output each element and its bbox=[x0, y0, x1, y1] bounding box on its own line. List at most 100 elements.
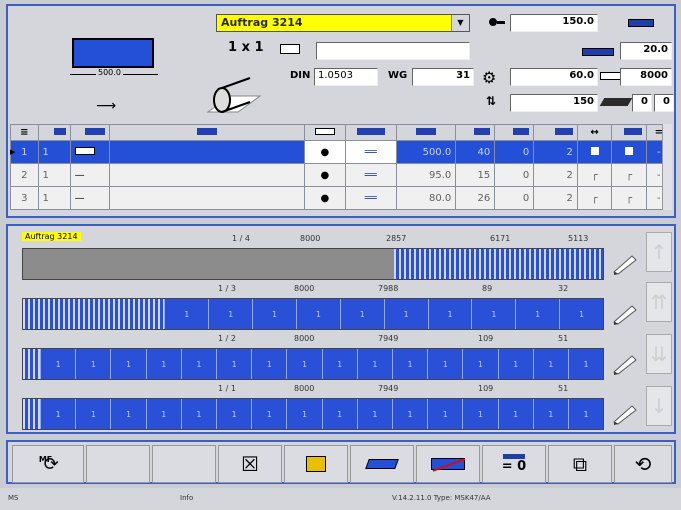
strip-current[interactable] bbox=[22, 248, 604, 280]
row-length: 500.0 bbox=[395, 140, 457, 164]
strip-cell: 1 bbox=[145, 349, 181, 379]
col-icon-d bbox=[623, 128, 642, 135]
row-value-4: 2 bbox=[533, 163, 578, 187]
edit-pen-icon[interactable] bbox=[612, 252, 638, 276]
header-value-2857: 2857 bbox=[386, 234, 407, 243]
multiplier-label: 1 x 1 bbox=[228, 40, 264, 55]
tool-col-icon bbox=[356, 128, 385, 135]
gear-icon: ⚙ bbox=[482, 68, 497, 87]
row-qty: 1 bbox=[37, 140, 71, 164]
small-field-2[interactable]: 0 bbox=[654, 94, 674, 112]
strip-cell: 1 bbox=[497, 399, 533, 429]
delete-material-button[interactable] bbox=[416, 445, 480, 483]
checkbox[interactable]: ┌ bbox=[611, 186, 647, 210]
strip-4[interactable]: 1111111111111111 bbox=[22, 398, 604, 430]
setting-icon-1[interactable] bbox=[628, 19, 654, 27]
empty-button-1[interactable] bbox=[86, 445, 150, 483]
status-left-2: Info bbox=[180, 494, 194, 502]
edit-pen-icon[interactable] bbox=[612, 352, 638, 376]
field-150[interactable]: 150 bbox=[510, 94, 598, 112]
strip-cell: 1 bbox=[391, 349, 427, 379]
sheet-preview bbox=[72, 38, 154, 68]
description-col-icon bbox=[196, 128, 217, 135]
table-scrollbar[interactable] bbox=[662, 124, 672, 210]
profile-dash-icon: — bbox=[69, 186, 110, 210]
row-number: 2 bbox=[10, 163, 39, 187]
move-top-icon[interactable]: ⇈ bbox=[646, 282, 672, 322]
material-button[interactable] bbox=[350, 445, 414, 483]
mf-rotate-button[interactable]: ⟳ MF bbox=[12, 445, 84, 483]
header-value-count: 1 / 4 bbox=[232, 234, 250, 243]
strip-cell: 1 bbox=[216, 349, 251, 379]
strip-cell: 1 bbox=[75, 399, 110, 429]
wg-field[interactable]: 31 bbox=[412, 68, 474, 86]
coil-icon bbox=[206, 77, 262, 113]
refresh-button[interactable]: ⟲ bbox=[614, 445, 672, 483]
strip-cell: 1 bbox=[145, 399, 181, 429]
row-value-2: 40 bbox=[455, 140, 496, 164]
menu-icon[interactable]: ≡ bbox=[10, 124, 39, 141]
right-field-2[interactable]: 8000 bbox=[620, 68, 672, 86]
punch-col-icon bbox=[314, 128, 335, 135]
move-up-icon[interactable]: ↑ bbox=[646, 232, 672, 272]
strip-value-c: 7949 bbox=[378, 384, 399, 393]
order-select[interactable]: Auftrag 3214 ▼ bbox=[216, 14, 470, 32]
field-60[interactable]: 60.0 bbox=[510, 68, 598, 86]
table-row[interactable]: 1 1 ● ══ 500.0 40 0 2 - bbox=[10, 140, 673, 164]
strip-3[interactable]: 1111111111111111 bbox=[22, 348, 604, 380]
strip-cell: 1 bbox=[251, 349, 286, 379]
strip-value-d: 89 bbox=[482, 284, 493, 293]
strip-cell: 1 bbox=[427, 349, 462, 379]
strip-cell: 1 bbox=[208, 299, 252, 329]
row-value-4: 2 bbox=[533, 140, 578, 164]
strip-cell: 1 bbox=[216, 399, 251, 429]
header-value-5113: 5113 bbox=[568, 234, 589, 243]
status-bar: MS Info V.14.2.11.0 Type: MSK47/AA bbox=[0, 488, 681, 510]
description-field[interactable] bbox=[316, 42, 470, 60]
move-down-icon[interactable]: ↓ bbox=[646, 386, 672, 426]
checkbox[interactable]: ┌ bbox=[576, 163, 613, 187]
chevron-down-icon[interactable]: ▼ bbox=[451, 15, 469, 31]
counter-button[interactable]: = 0 bbox=[482, 445, 546, 483]
checkbox[interactable] bbox=[576, 140, 613, 164]
edit-pen-icon[interactable] bbox=[612, 402, 638, 426]
checkbox[interactable]: ┌ bbox=[576, 186, 613, 210]
copy-icon: ⧉ bbox=[572, 452, 588, 476]
strip-cell: 1 bbox=[567, 399, 603, 429]
header-value-6171: 6171 bbox=[490, 234, 511, 243]
width-field[interactable]: 150.0 bbox=[510, 14, 598, 32]
strip-value-e: 32 bbox=[558, 284, 569, 293]
strip-2[interactable]: 1111111111 bbox=[22, 298, 604, 330]
stack-icon: ⇅ bbox=[486, 94, 497, 108]
strip-value-d: 109 bbox=[478, 334, 494, 343]
edit-pen-icon[interactable] bbox=[612, 302, 638, 326]
delete-material-icon bbox=[431, 458, 466, 472]
checkbox[interactable]: ┌ bbox=[611, 163, 647, 187]
empty-button-2[interactable] bbox=[152, 445, 216, 483]
table-row[interactable]: 3 1 — ● ══ 80.0 26 0 2 ┌ ┌ - bbox=[10, 186, 673, 210]
strip-cell: 1 bbox=[296, 299, 340, 329]
load-button[interactable] bbox=[284, 445, 348, 483]
strip-cell: 1 bbox=[532, 399, 568, 429]
table-header: ≡ ↔ = bbox=[10, 124, 673, 141]
strip-cell: 1 bbox=[383, 299, 428, 329]
checkbox[interactable] bbox=[611, 140, 647, 164]
strip-cell: 1 bbox=[110, 349, 145, 379]
profile-col-icon bbox=[84, 128, 105, 135]
right-field-1[interactable]: 20.0 bbox=[620, 42, 672, 60]
din-field[interactable]: 1.0503 bbox=[314, 68, 378, 86]
copy-button[interactable]: ⧉ bbox=[548, 445, 612, 483]
cancel-print-button[interactable]: ☒ bbox=[218, 445, 282, 483]
move-bottom-icon[interactable]: ⇊ bbox=[646, 334, 672, 374]
strip-count: 1 / 1 bbox=[218, 384, 236, 393]
row-value-2: 15 bbox=[455, 163, 496, 187]
strip-cut-marks bbox=[394, 249, 603, 279]
profile-dash-icon: — bbox=[69, 163, 110, 187]
small-field-1[interactable]: 0 bbox=[632, 94, 652, 112]
strip-length: 8000 bbox=[294, 384, 315, 393]
strip-count: 1 / 3 bbox=[218, 284, 236, 293]
profile-icon bbox=[280, 44, 300, 54]
strip-cell: 1 bbox=[40, 399, 75, 429]
strip-value-c: 7949 bbox=[378, 334, 399, 343]
table-row[interactable]: 2 1 — ● ══ 95.0 15 0 2 ┌ ┌ - bbox=[10, 163, 673, 187]
